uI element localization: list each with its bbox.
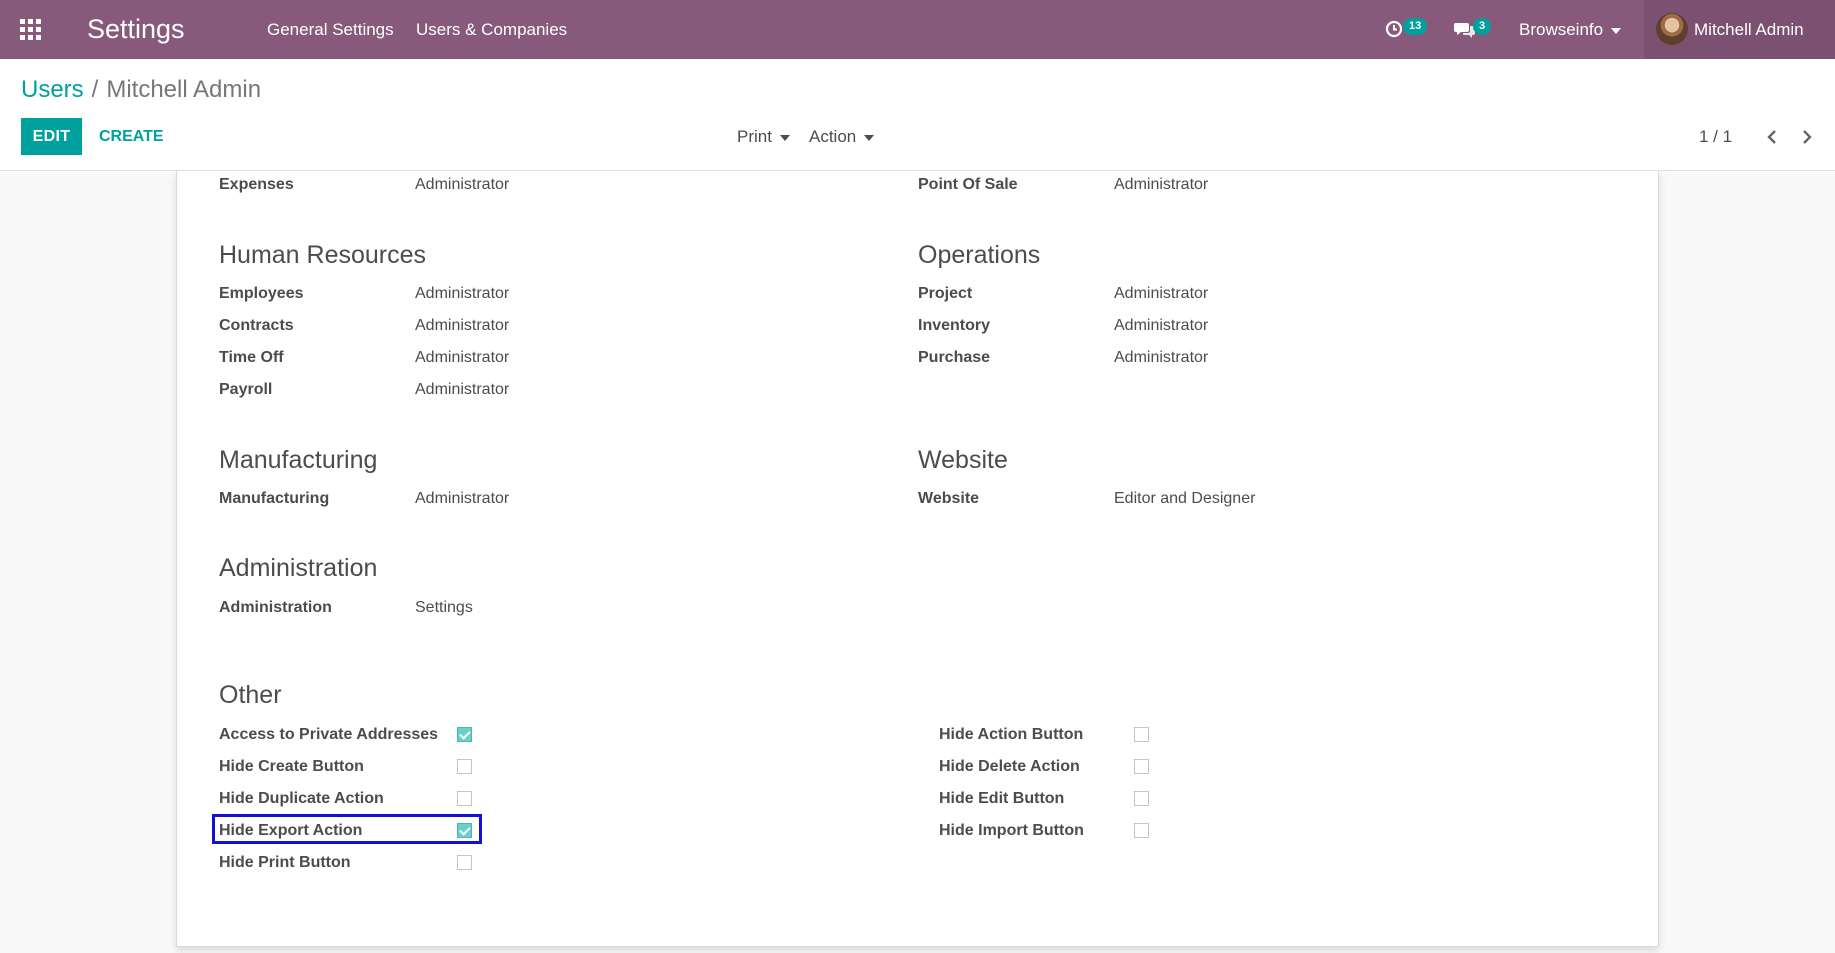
caret-down-icon bbox=[779, 134, 790, 141]
checkbox-private-addresses[interactable] bbox=[457, 727, 472, 742]
field-value: Administrator bbox=[1114, 349, 1209, 366]
breadcrumb-separator: / bbox=[91, 76, 99, 103]
caret-down-icon bbox=[864, 134, 875, 141]
group-title-other: Other bbox=[219, 681, 282, 709]
checkbox-label-private-addresses: Access to Private Addresses bbox=[219, 726, 439, 743]
control-panel: Users / Mitchell Admin EDIT CREATE Print A… bbox=[0, 59, 1835, 171]
field-value: Administrator bbox=[415, 285, 510, 302]
field-label: Manufacturing bbox=[219, 490, 330, 507]
field-label: Time Off bbox=[219, 349, 284, 366]
pager-next-button[interactable] bbox=[1795, 123, 1819, 151]
checkbox-hide-edit[interactable] bbox=[1134, 791, 1149, 806]
checkbox-hide-create[interactable] bbox=[457, 759, 472, 774]
group-title-manufacturing: Manufacturing bbox=[219, 446, 378, 474]
checkbox-label-hide-create: Hide Create Button bbox=[219, 758, 364, 775]
message-count-badge: 3 bbox=[1473, 18, 1492, 35]
form-sheet: Expenses Administrator Point Of Sale Adm… bbox=[176, 171, 1659, 947]
checkbox-hide-delete[interactable] bbox=[1134, 759, 1149, 774]
checkbox-hide-print[interactable] bbox=[457, 855, 472, 870]
field-label: Expenses bbox=[219, 176, 294, 193]
group-title-administration: Administration bbox=[219, 554, 378, 582]
field-label: Payroll bbox=[219, 381, 273, 398]
checkbox-hide-duplicate[interactable] bbox=[457, 791, 472, 806]
apps-grid-icon[interactable] bbox=[20, 19, 43, 40]
create-button[interactable]: CREATE bbox=[99, 118, 164, 155]
pager-value[interactable]: 1 / 1 bbox=[1699, 127, 1732, 147]
breadcrumb-current: Mitchell Admin bbox=[106, 76, 262, 103]
breadcrumb: Users / Mitchell Admin bbox=[21, 75, 261, 105]
company-name: Browseinfo bbox=[1519, 20, 1604, 39]
edit-button[interactable]: EDIT bbox=[21, 118, 82, 155]
menu-general-settings[interactable]: General Settings bbox=[267, 19, 394, 40]
caret-down-icon bbox=[1611, 27, 1622, 34]
company-switcher[interactable]: Browseinfo bbox=[1519, 19, 1622, 40]
field-label: Website bbox=[918, 490, 980, 507]
print-label: Print bbox=[737, 127, 772, 146]
user-name: Mitchell Admin bbox=[1694, 20, 1804, 39]
field-value: Administrator bbox=[415, 176, 510, 193]
checkbox-hide-import[interactable] bbox=[1134, 823, 1149, 838]
field-label: Employees bbox=[219, 285, 304, 302]
highlight-box bbox=[212, 814, 482, 844]
field-value: Settings bbox=[415, 599, 473, 616]
form-content: Expenses Administrator Point Of Sale Adm… bbox=[0, 171, 1835, 953]
group-title-operations: Operations bbox=[918, 241, 1041, 269]
checkbox-label-hide-import: Hide Import Button bbox=[939, 822, 1084, 839]
field-value: Administrator bbox=[1114, 176, 1209, 193]
field-value: Administrator bbox=[415, 490, 510, 507]
breadcrumb-users-link[interactable]: Users bbox=[21, 76, 84, 103]
field-label: Point Of Sale bbox=[918, 176, 1018, 193]
field-value: Administrator bbox=[415, 349, 510, 366]
chevron-left-icon bbox=[1767, 130, 1776, 144]
user-menu[interactable]: Mitchell Admin bbox=[1644, 0, 1835, 59]
field-label: Purchase bbox=[918, 349, 991, 366]
clock-icon bbox=[1385, 20, 1403, 38]
field-label: Administration bbox=[219, 599, 332, 616]
top-navbar: Settings General Settings Users & Compan… bbox=[0, 0, 1835, 59]
checkbox-label-hide-delete: Hide Delete Action bbox=[939, 758, 1080, 775]
action-dropdown[interactable]: Action bbox=[809, 127, 875, 147]
field-value: Administrator bbox=[415, 317, 510, 334]
checkbox-label-hide-edit: Hide Edit Button bbox=[939, 790, 1065, 807]
field-value: Administrator bbox=[1114, 285, 1209, 302]
field-label: Inventory bbox=[918, 317, 991, 334]
checkbox-label-hide-action: Hide Action Button bbox=[939, 726, 1084, 743]
field-value: Administrator bbox=[415, 381, 510, 398]
app-title[interactable]: Settings bbox=[87, 13, 185, 45]
chevron-right-icon bbox=[1803, 130, 1812, 144]
field-label: Project bbox=[918, 285, 973, 302]
action-label: Action bbox=[809, 127, 857, 146]
menu-users-companies[interactable]: Users & Companies bbox=[416, 19, 567, 40]
field-value: Administrator bbox=[1114, 317, 1209, 334]
field-label: Contracts bbox=[219, 317, 294, 334]
group-title-website: Website bbox=[918, 446, 1008, 474]
checkbox-label-hide-duplicate: Hide Duplicate Action bbox=[219, 790, 384, 807]
checkbox-label-hide-print: Hide Print Button bbox=[219, 854, 351, 871]
avatar bbox=[1656, 13, 1688, 45]
checkbox-hide-action[interactable] bbox=[1134, 727, 1149, 742]
activity-count-badge: 13 bbox=[1403, 18, 1428, 35]
field-value: Editor and Designer bbox=[1114, 490, 1256, 507]
pager-previous-button[interactable] bbox=[1760, 123, 1784, 151]
print-dropdown[interactable]: Print bbox=[737, 127, 790, 147]
group-title-human-resources: Human Resources bbox=[219, 241, 427, 269]
